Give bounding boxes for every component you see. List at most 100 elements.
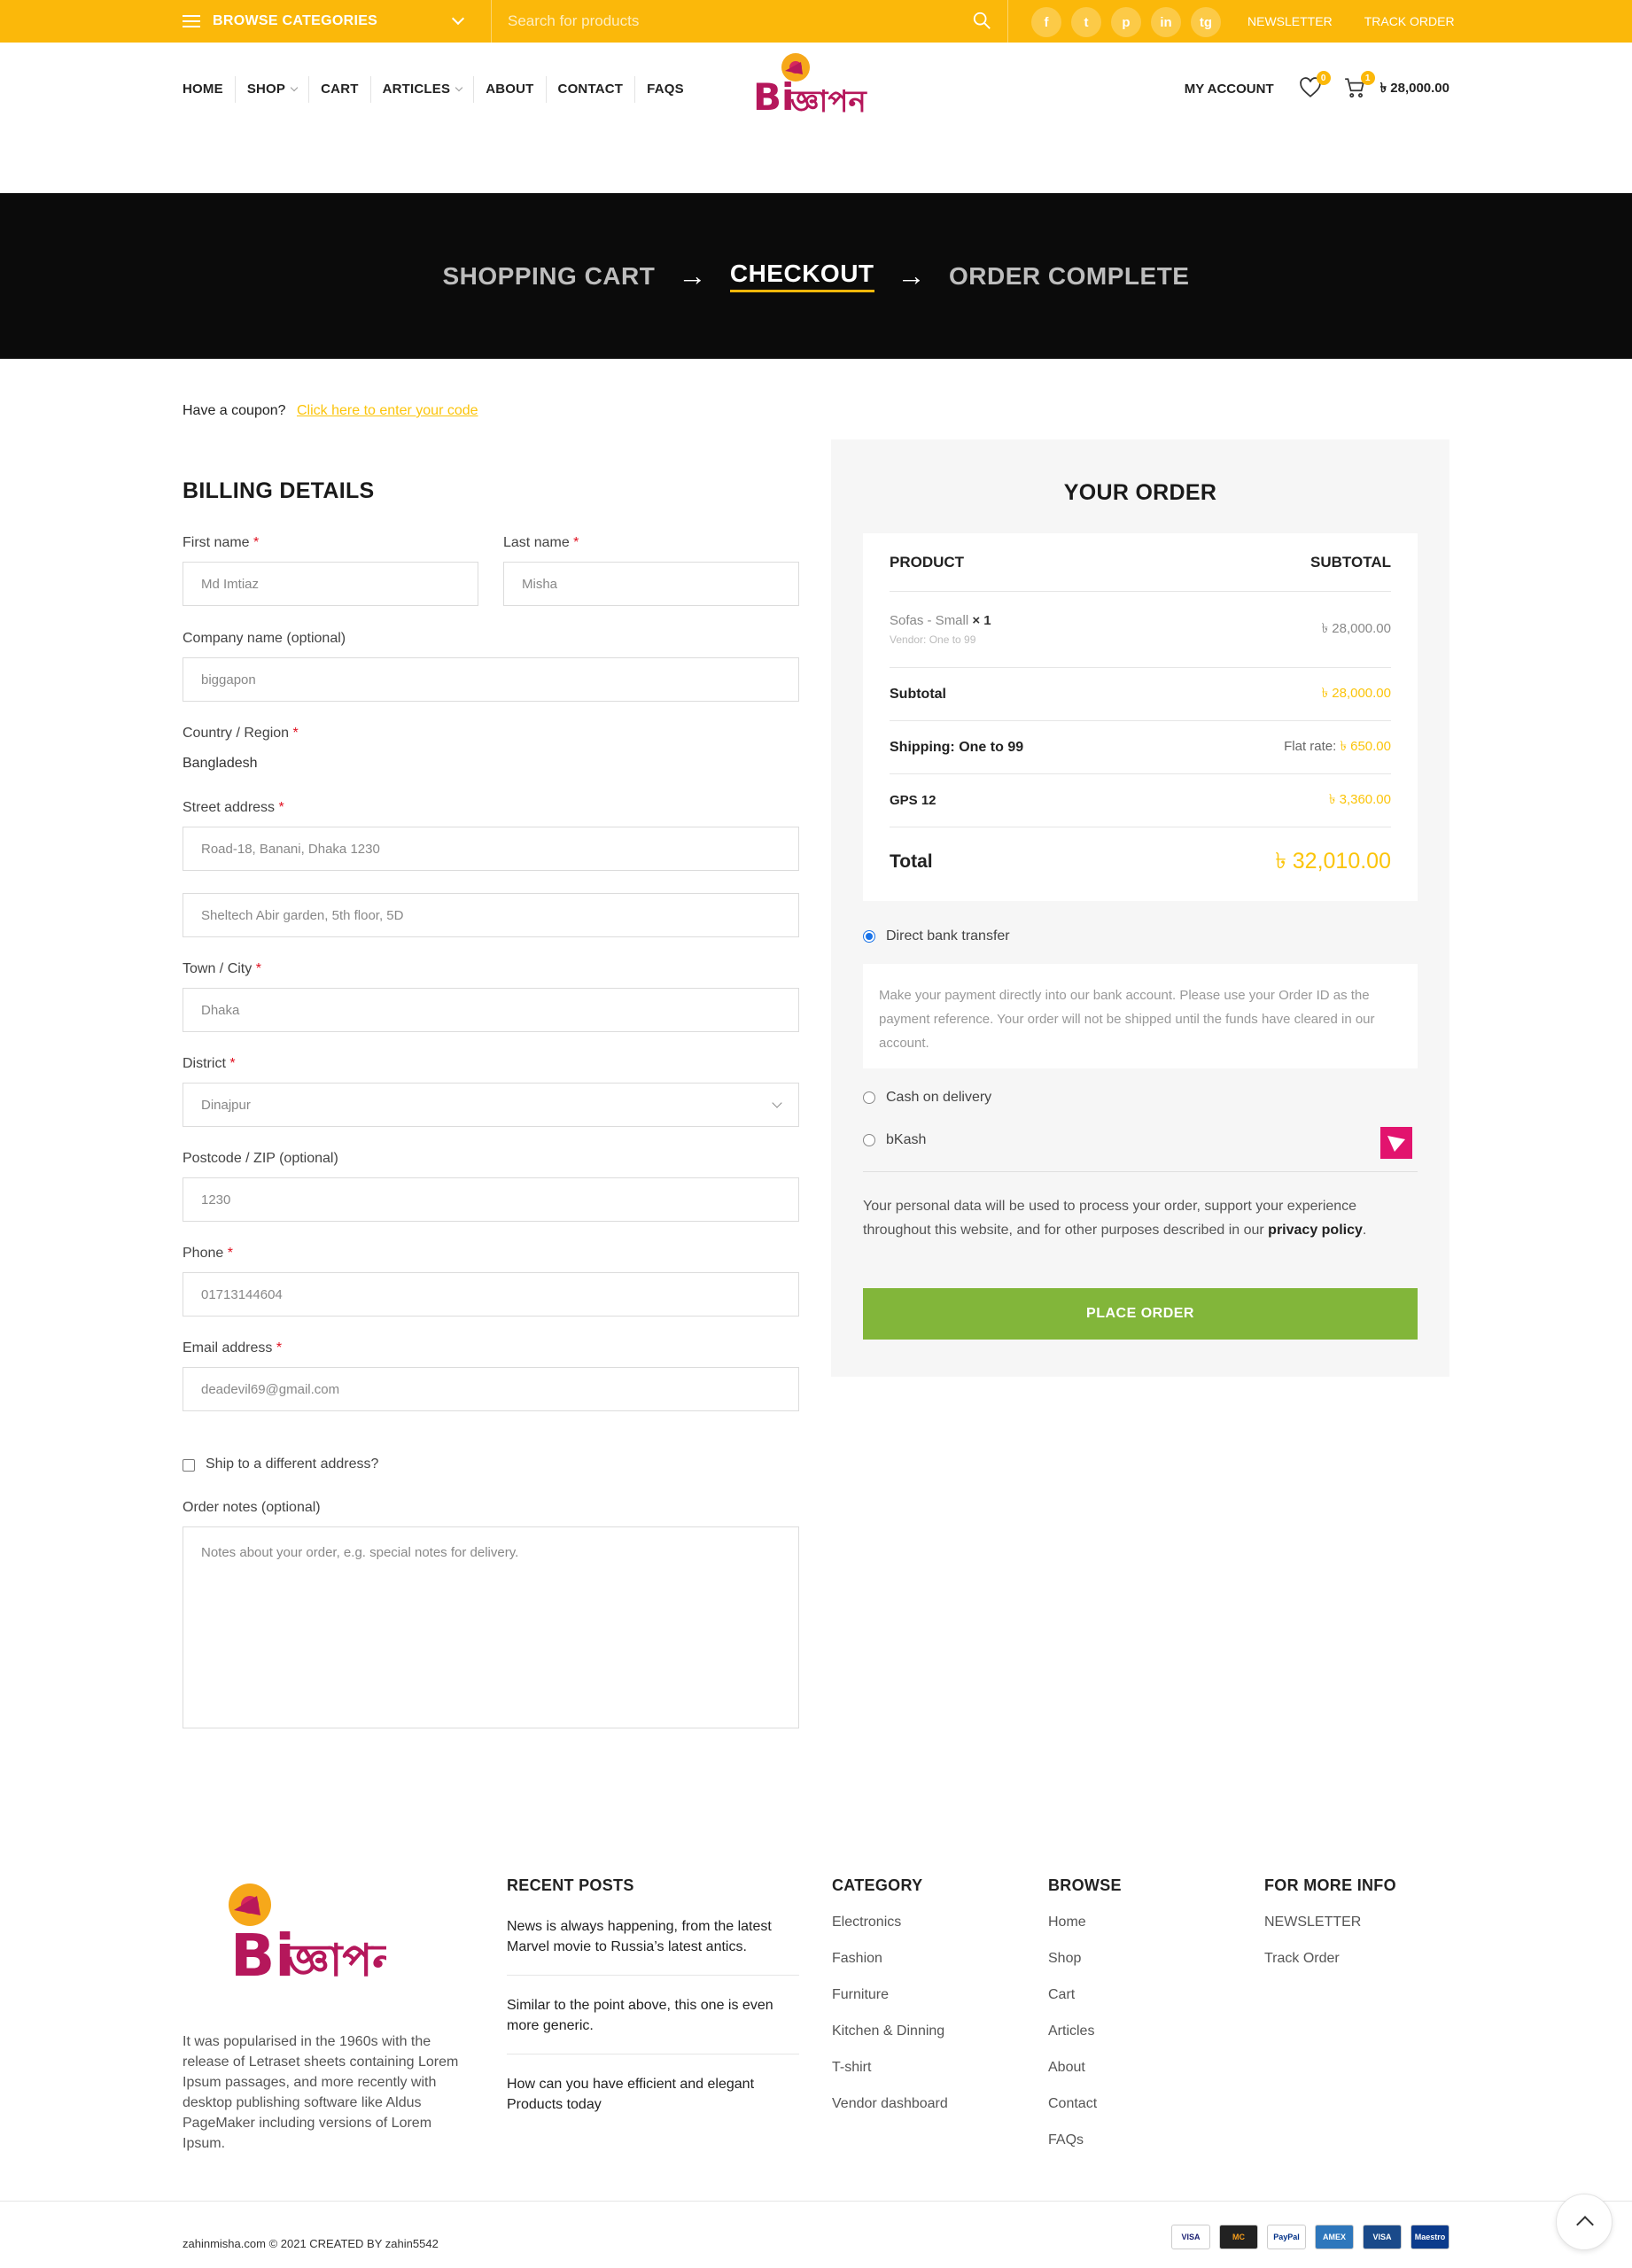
subtotal-value: ৳ 28,000.00: [1321, 686, 1391, 701]
footer-logo[interactable]: Bi জ্ঞাপন: [183, 1876, 400, 2009]
email-label-text: Email address: [183, 1340, 273, 1355]
last-name-field[interactable]: Misha: [503, 562, 799, 606]
recent-post-2[interactable]: Similar to the point above, this one is …: [507, 1995, 799, 2054]
first-name-field[interactable]: Md Imtiaz: [183, 562, 478, 606]
footer-link-cart[interactable]: Cart: [1048, 1977, 1122, 2013]
email-field[interactable]: deadevil69@gmail.com: [183, 1367, 799, 1411]
order-notes-textarea[interactable]: Notes about your order, e.g. special not…: [183, 1526, 799, 1728]
search-input[interactable]: [508, 11, 933, 32]
nav-home[interactable]: HOME: [183, 76, 235, 103]
order-table: PRODUCT SUBTOTAL Sofas - Small × 1 Vendo…: [863, 533, 1418, 901]
nav-articles[interactable]: ARTICLES: [369, 76, 474, 103]
shipping-label: Shipping: One to 99: [890, 739, 1024, 755]
recent-post-3[interactable]: How can you have efficient and elegant P…: [507, 2074, 799, 2132]
telegram-icon[interactable]: tg: [1191, 7, 1221, 37]
coupon-link[interactable]: Click here to enter your code: [297, 403, 478, 418]
category-tshirt[interactable]: T-shirt: [832, 2049, 948, 2085]
category-kitchen[interactable]: Kitchen & Dinning: [832, 2013, 948, 2049]
phone-field[interactable]: 01713144604: [183, 1272, 799, 1317]
bank-transfer-radio[interactable]: [863, 930, 875, 943]
copyright-site-link[interactable]: zahinmisha.com: [183, 2237, 266, 2250]
category-vendor-dashboard[interactable]: Vendor dashboard: [832, 2085, 948, 2122]
recent-post-1[interactable]: News is always happening, from the lates…: [507, 1916, 799, 1976]
footer-link-newsletter[interactable]: NEWSLETTER: [1264, 1904, 1396, 1940]
shipping-amount: ৳ 650.00: [1340, 739, 1391, 754]
order-notes-label: Order notes (optional): [183, 1500, 321, 1515]
header-actions: MY ACCOUNT 0 1 ৳ 28,000.00: [1185, 71, 1449, 106]
postcode-field[interactable]: 1230: [183, 1177, 799, 1222]
copyright-author-link[interactable]: zahin5542: [385, 2237, 439, 2250]
street-address-2-field[interactable]: Sheltech Abir garden, 5th floor, 5D: [183, 893, 799, 937]
first-name-label-text: First name: [183, 535, 250, 550]
col-product: PRODUCT: [890, 553, 965, 571]
phone-label: Phone *: [183, 1246, 233, 1261]
country-label: Country / Region *: [183, 726, 299, 741]
chevron-down-icon: [290, 83, 299, 92]
footer-link-contact[interactable]: Contact: [1048, 2085, 1122, 2122]
street-address-1-field[interactable]: Road-18, Banani, Dhaka 1230: [183, 827, 799, 871]
recent-posts-title: RECENT POSTS: [507, 1876, 634, 1894]
payment-cards: VISA MC PayPal AMEX VISA Maestro: [1171, 2225, 1449, 2249]
company-field[interactable]: biggapon: [183, 657, 799, 702]
search-icon[interactable]: [972, 11, 991, 30]
cod-radio[interactable]: [863, 1091, 875, 1104]
privacy-policy-link[interactable]: privacy policy: [1268, 1223, 1363, 1238]
place-order-button[interactable]: PLACE ORDER: [863, 1288, 1418, 1340]
cart-button[interactable]: 1: [1343, 71, 1375, 101]
my-account-link[interactable]: MY ACCOUNT: [1185, 82, 1274, 97]
twitter-icon[interactable]: t: [1071, 7, 1101, 37]
payment-bkash[interactable]: bKash: [863, 1132, 926, 1148]
nav-shop[interactable]: SHOP: [234, 76, 308, 103]
ship-different-checkbox[interactable]: [183, 1459, 195, 1472]
shipping-prefix: Flat rate:: [1284, 739, 1337, 754]
footer-link-track-order[interactable]: Track Order: [1264, 1940, 1396, 1977]
step-checkout[interactable]: CHECKOUT: [729, 260, 874, 292]
footer-link-home[interactable]: Home: [1048, 1904, 1122, 1940]
track-order-link[interactable]: TRACK ORDER: [1364, 14, 1455, 28]
nav-about[interactable]: ABOUT: [473, 76, 545, 103]
footer-link-faqs[interactable]: FAQs: [1048, 2122, 1122, 2158]
item-qty: × 1: [972, 613, 991, 628]
payment-cod[interactable]: Cash on delivery: [863, 1090, 991, 1106]
category-title: CATEGORY: [832, 1876, 923, 1894]
pinterest-icon[interactable]: p: [1111, 7, 1141, 37]
nav-faqs[interactable]: FAQS: [634, 76, 696, 103]
district-select[interactable]: Dinajpur: [183, 1083, 799, 1127]
category-furniture[interactable]: Furniture: [832, 1977, 948, 2013]
step-shopping-cart[interactable]: SHOPPING CART: [443, 262, 656, 291]
town-field[interactable]: Dhaka: [183, 988, 799, 1032]
facebook-icon[interactable]: f: [1031, 7, 1061, 37]
coupon-text: Have a coupon?: [183, 403, 286, 418]
step-order-complete: ORDER COMPLETE: [949, 261, 1190, 290]
privacy-notice: Your personal data will be used to proce…: [863, 1199, 1367, 1238]
bkash-radio[interactable]: [863, 1134, 875, 1146]
nav-cart[interactable]: CART: [308, 76, 369, 103]
footer-link-about[interactable]: About: [1048, 2049, 1122, 2085]
linkedin-icon[interactable]: in: [1151, 7, 1181, 37]
gps-label: GPS 12: [890, 793, 936, 808]
scroll-to-top-button[interactable]: [1556, 2194, 1613, 2250]
order-item-row: Sofas - Small × 1 Vendor: One to 99 ৳ 28…: [890, 592, 1391, 668]
footer-link-articles[interactable]: Articles: [1048, 2013, 1122, 2049]
maestro-icon: Maestro: [1411, 2225, 1449, 2249]
newsletter-link[interactable]: NEWSLETTER: [1247, 14, 1333, 28]
footer-link-shop[interactable]: Shop: [1048, 1940, 1122, 1977]
wishlist-button[interactable]: 0: [1299, 71, 1331, 101]
footer-category: CATEGORY Electronics Fashion Furniture K…: [832, 1876, 948, 2122]
site-logo[interactable]: Bi জ্ঞাপন: [751, 50, 884, 131]
payment-bank[interactable]: Direct bank transfer: [863, 928, 1010, 944]
cart-total[interactable]: ৳ 28,000.00: [1380, 78, 1449, 100]
top-links: NEWSLETTER TRACK ORDER: [1247, 0, 1455, 43]
coupon-notice: Have a coupon? Click here to enter your …: [183, 403, 478, 419]
total-row: Total ৳ 32,010.00: [890, 827, 1391, 897]
first-name-label: First name *: [183, 535, 260, 550]
nav-about-label: ABOUT: [486, 82, 534, 97]
browse-categories-button[interactable]: BROWSE CATEGORIES: [183, 0, 480, 43]
footer-about: Bi জ্ঞাপন It was popularised in the 1960…: [183, 1876, 475, 2154]
copyright-text: © 2021 CREATED BY: [268, 2237, 383, 2250]
nav-contact[interactable]: CONTACT: [545, 76, 635, 103]
nav-contact-label: CONTACT: [557, 82, 624, 97]
payment-divider: [863, 1171, 1418, 1172]
category-fashion[interactable]: Fashion: [832, 1940, 948, 1977]
category-electronics[interactable]: Electronics: [832, 1904, 948, 1940]
